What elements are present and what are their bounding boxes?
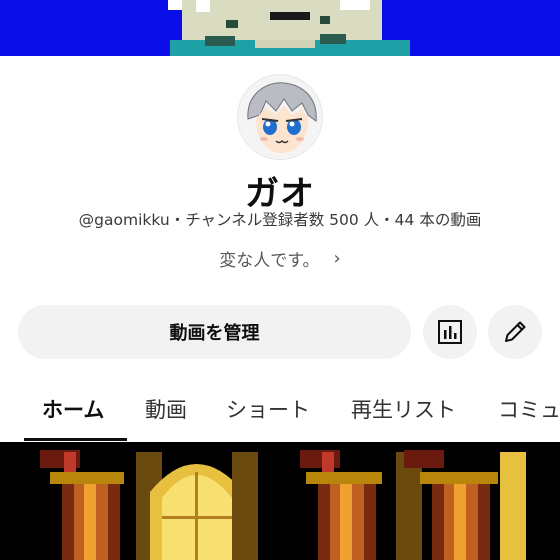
tab-playlists[interactable]: 再生リスト	[351, 394, 456, 424]
analytics-button[interactable]	[423, 305, 477, 359]
active-tab-indicator	[24, 438, 127, 441]
thumbnail-pixel-art	[0, 442, 560, 560]
featured-video-thumbnail[interactable]	[0, 442, 560, 560]
tab-videos[interactable]: 動画	[145, 394, 187, 424]
channel-avatar[interactable]	[237, 74, 323, 160]
manage-videos-label: 動画を管理	[169, 323, 260, 344]
channel-meta: @gaomikku・チャンネル登録者数 500 人・44 本の動画	[78, 211, 482, 229]
edit-channel-button[interactable]	[488, 305, 542, 359]
manage-videos-button[interactable]: 動画を管理	[18, 305, 411, 359]
chevron-right-icon: ›	[333, 248, 341, 269]
analytics-icon	[438, 320, 462, 344]
pencil-icon	[505, 321, 526, 342]
tab-shorts[interactable]: ショート	[226, 394, 310, 424]
tab-home[interactable]: ホーム	[42, 394, 104, 424]
channel-banner	[0, 0, 560, 56]
tab-community[interactable]: コミュ	[498, 394, 560, 424]
channel-tabs: ホーム 動画 ショート 再生リスト コミュ	[0, 384, 560, 442]
avatar-image	[238, 75, 322, 159]
channel-description[interactable]: 変な人です。 ›	[0, 246, 560, 271]
channel-description-text: 変な人です。	[219, 251, 320, 271]
banner-pixel-art	[0, 0, 560, 56]
